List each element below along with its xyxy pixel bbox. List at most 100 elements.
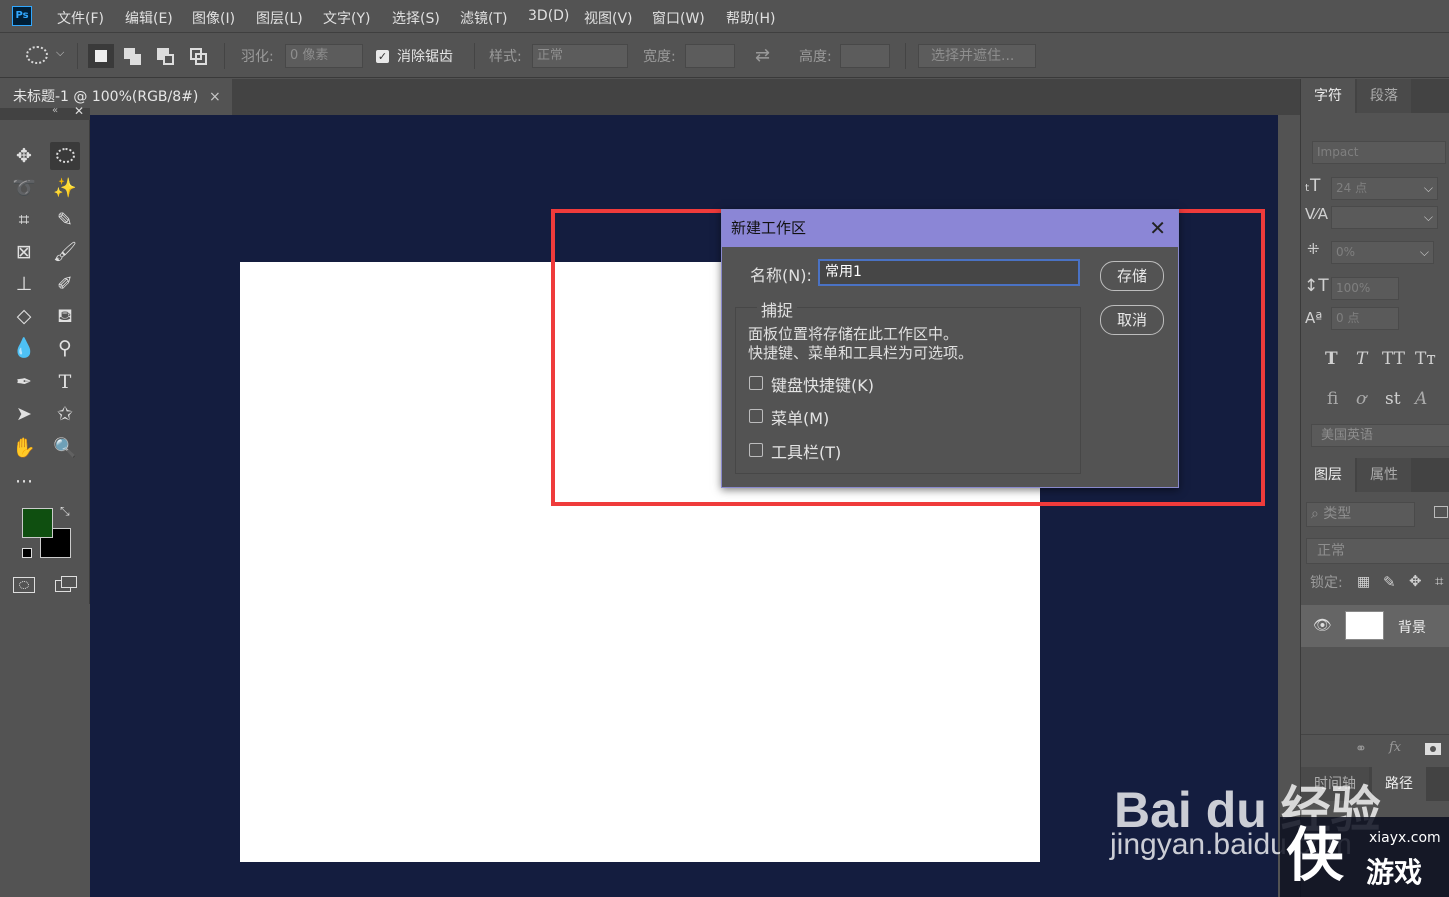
width-input[interactable] <box>685 44 735 68</box>
elliptical-marquee-icon[interactable] <box>26 46 48 64</box>
elliptical-marquee-tool-icon[interactable] <box>50 142 80 170</box>
discretionary-ligature-icon[interactable]: st <box>1385 389 1401 409</box>
keyboard-shortcuts-checkbox[interactable] <box>749 376 763 390</box>
subtract-selection-icon[interactable] <box>157 48 177 66</box>
chevron-down-icon[interactable]: ⌵ <box>56 46 64 60</box>
vertical-scale-input[interactable]: 100% <box>1331 277 1399 300</box>
foreground-color-swatch[interactable] <box>22 508 53 538</box>
workspace-name-input[interactable]: 常用1 <box>818 259 1080 286</box>
lock-artboard-icon[interactable]: ⌗ <box>1435 572 1443 590</box>
swap-icon[interactable]: ⇄ <box>755 45 770 66</box>
layer-row-background[interactable]: 👁 背景 <box>1301 605 1449 647</box>
height-input[interactable] <box>840 44 890 68</box>
menu-edit[interactable]: 编辑(E) <box>125 8 173 28</box>
ligature-icon[interactable]: ﬁ <box>1327 389 1338 409</box>
font-size-select[interactable]: 24 点 ⌵ <box>1331 177 1438 200</box>
add-selection-icon[interactable] <box>124 48 144 66</box>
tab-layers[interactable]: 图层 <box>1301 458 1355 492</box>
history-brush-tool-icon[interactable]: ✐ <box>50 270 80 298</box>
style-select[interactable]: 正常 <box>532 44 628 68</box>
tab-timeline[interactable]: 时间轴 <box>1301 767 1369 801</box>
tab-paths[interactable]: 路径 <box>1372 767 1426 801</box>
select-and-mask-button[interactable]: 选择并遮住... <box>918 44 1036 68</box>
all-caps-icon[interactable]: TT <box>1382 349 1405 369</box>
close-icon[interactable]: ✕ <box>74 104 84 118</box>
lock-pixels-icon[interactable]: ✎ <box>1383 573 1396 591</box>
tab-character[interactable]: 字符 <box>1301 79 1355 113</box>
menu-help[interactable]: 帮助(H) <box>726 8 775 28</box>
dodge-tool-icon[interactable]: ⚲ <box>50 334 80 362</box>
kerning-icon: V⁄A <box>1305 205 1329 223</box>
save-button[interactable]: 存储 <box>1100 261 1164 291</box>
menu-layer[interactable]: 图层(L) <box>256 8 303 28</box>
default-colors-icon[interactable] <box>22 548 32 558</box>
old-style-icon[interactable]: ơ <box>1356 389 1366 409</box>
small-caps-icon[interactable]: Tт <box>1415 349 1436 369</box>
feather-input[interactable]: 0 像素 <box>285 44 363 68</box>
link-icon[interactable]: ⚭ <box>1355 741 1367 757</box>
menu-window[interactable]: 窗口(W) <box>652 8 705 28</box>
close-icon[interactable]: ✕ <box>1149 216 1166 240</box>
menu-view[interactable]: 视图(V) <box>584 8 633 28</box>
font-family-select[interactable]: Impact <box>1312 141 1446 164</box>
lock-transparent-icon[interactable]: ▦ <box>1357 574 1370 590</box>
type-tool-icon[interactable]: T <box>50 368 80 396</box>
faux-bold-icon[interactable]: T <box>1325 349 1338 369</box>
layers-footer: ⚭ fx <box>1301 734 1449 764</box>
crop-tool-icon[interactable]: ⌗ <box>9 206 39 234</box>
magic-wand-tool-icon[interactable]: ✨ <box>50 174 80 202</box>
language-select[interactable]: 美国英语 <box>1311 424 1449 447</box>
right-panel: 字符 段落 Impact ₜT 24 点 ⌵ V⁄A ⌵ ⁜ 0% ⌵ ↕T 100… <box>1300 79 1449 897</box>
menu-filter[interactable]: 滤镜(T) <box>460 8 507 28</box>
toolbars-checkbox[interactable] <box>749 443 763 457</box>
menu-file[interactable]: 文件(F) <box>57 8 104 28</box>
toolbox-header[interactable]: « ✕ <box>0 104 90 120</box>
collapse-icon[interactable]: « <box>52 105 58 116</box>
menu-image[interactable]: 图像(I) <box>192 8 235 28</box>
zoom-tool-icon[interactable]: 🔍 <box>50 434 80 462</box>
eye-icon[interactable]: 👁 <box>1313 616 1332 634</box>
paint-bucket-tool-icon[interactable]: ⛾ <box>50 302 80 330</box>
intersect-selection-icon[interactable] <box>190 48 210 66</box>
fx-icon[interactable]: fx <box>1389 740 1401 755</box>
menu-type[interactable]: 文字(Y) <box>323 8 370 28</box>
tsume-select[interactable]: 0% ⌵ <box>1331 241 1434 264</box>
antialias-checkbox[interactable]: ✓ <box>376 50 389 63</box>
width-label: 宽度: <box>643 49 676 65</box>
faux-italic-icon[interactable]: T <box>1356 349 1367 369</box>
close-icon[interactable]: × <box>209 79 221 115</box>
path-selection-tool-icon[interactable]: ➤ <box>9 400 39 428</box>
custom-shape-tool-icon[interactable]: ✩ <box>50 400 80 428</box>
description-line-2: 快捷键、菜单和工具栏为可选项。 <box>748 344 974 362</box>
brush-tool-icon[interactable]: 🖌 <box>50 238 80 266</box>
menu-3d[interactable]: 3D(D) <box>528 8 569 24</box>
lock-position-icon[interactable]: ✥ <box>1409 572 1422 590</box>
kerning-select[interactable]: ⌵ <box>1331 206 1438 229</box>
new-selection-icon[interactable] <box>88 44 114 68</box>
menu-select[interactable]: 选择(S) <box>392 8 440 28</box>
blend-mode-select[interactable]: 正常 <box>1306 538 1449 564</box>
tab-properties[interactable]: 属性 <box>1357 458 1411 492</box>
swash-icon[interactable]: A <box>1415 389 1427 409</box>
move-tool-icon[interactable]: ✥ <box>9 142 39 170</box>
screen-mode-icon[interactable] <box>55 576 79 594</box>
image-filter-icon[interactable] <box>1434 506 1448 518</box>
more-tools-icon[interactable]: ··· <box>9 468 39 496</box>
stamp-tool-icon[interactable]: ⊥ <box>9 270 39 298</box>
eraser-tool-icon[interactable]: ◇ <box>9 302 39 330</box>
lasso-tool-icon[interactable]: ➰ <box>9 174 39 202</box>
eyedropper-tool-icon[interactable]: ✎ <box>50 206 80 234</box>
baseline-shift-input[interactable]: 0 点 <box>1331 307 1399 330</box>
hand-tool-icon[interactable]: ✋ <box>9 434 39 462</box>
layer-filter-select[interactable]: ⌕ 类型 <box>1306 502 1415 527</box>
pen-tool-icon[interactable]: ✒ <box>9 368 39 396</box>
mask-icon[interactable] <box>1425 743 1441 755</box>
quick-mask-icon[interactable] <box>13 577 35 593</box>
blur-tool-icon[interactable]: 💧 <box>9 334 39 362</box>
tab-paragraph[interactable]: 段落 <box>1357 79 1411 113</box>
layer-thumbnail <box>1345 611 1384 640</box>
frame-tool-icon[interactable]: ⊠ <box>9 238 39 266</box>
menus-checkbox[interactable] <box>749 409 763 423</box>
swap-colors-icon[interactable]: ⤡ <box>60 504 70 519</box>
cancel-button[interactable]: 取消 <box>1100 305 1164 335</box>
